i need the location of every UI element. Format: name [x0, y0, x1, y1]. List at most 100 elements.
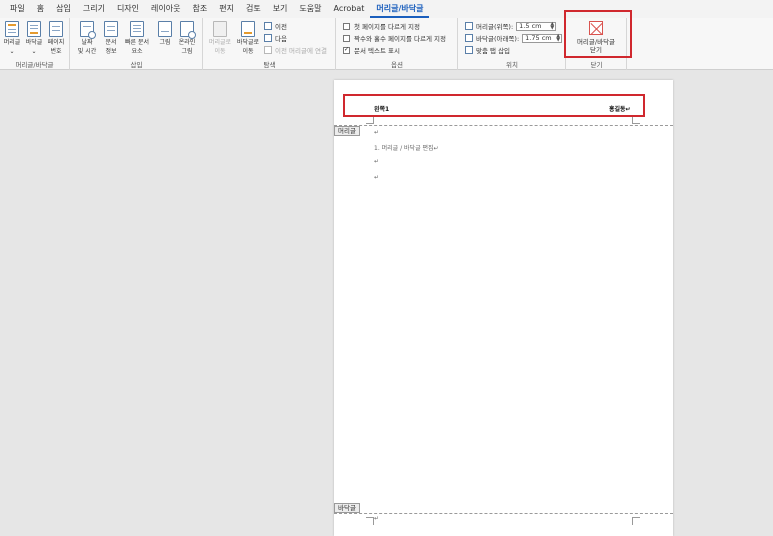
tab-acrobat[interactable]: Acrobat: [328, 0, 371, 18]
header-left-text[interactable]: 왼쪽1: [374, 104, 389, 113]
pictures-label: 그림: [159, 39, 171, 46]
go-to-footer-button[interactable]: 바닥글로 이동: [236, 21, 260, 55]
online-picture-icon: [180, 21, 196, 39]
dropdown-arrow-icon: ⌄: [31, 48, 37, 55]
group-label-position: 위치: [506, 61, 518, 69]
doc-info-label-1: 문서: [105, 39, 117, 46]
previous-label: 이전: [275, 23, 287, 31]
footer-from-bottom-row: 바닥글(아래쪽): 1.75 cm ▲ ▼: [465, 33, 563, 43]
tab-references[interactable]: 참조: [186, 0, 213, 18]
footer-from-bottom-input[interactable]: 1.75 cm ▲ ▼: [522, 33, 563, 43]
pictures-button[interactable]: 그림: [153, 21, 177, 46]
picture-icon: [158, 21, 172, 37]
tab-insert[interactable]: 삽입: [50, 0, 77, 18]
footer-from-bottom-label: 바닥글(아래쪽):: [476, 35, 520, 43]
quick-parts-label-2: 요소: [131, 48, 143, 55]
document-page: 왼쪽1 홍길동↵ 머리글 ↵ 1. 머리글 / 바닥글 편집↵ ↵ ↵ 바닥글 …: [334, 80, 673, 536]
footer-button[interactable]: 바닥글 ⌄: [22, 21, 46, 55]
date-time-label-1: 날짜: [81, 39, 93, 46]
doc-info-label-2: 정보: [105, 48, 117, 55]
spinner-arrows-icon[interactable]: ▲ ▼: [550, 21, 554, 30]
group-position: 머리글(위쪽): 1.5 cm ▲ ▼ 바닥글(아래쪽): 1.75 cm ▲ ▼ 맞춤…: [459, 18, 566, 70]
different-first-page-checkbox[interactable]: [343, 22, 350, 30]
close-header-footer-button[interactable]: 머리글/바닥글 닫기: [566, 21, 626, 54]
tab-view[interactable]: 보기: [267, 0, 294, 18]
tab-home[interactable]: 홈: [31, 0, 50, 18]
spinner-arrows-icon[interactable]: ▲ ▼: [556, 33, 560, 42]
date-time-label-2: 및 시간: [77, 48, 97, 55]
header-from-top-input[interactable]: 1.5 cm ▲ ▼: [516, 21, 557, 31]
quick-parts-label-1: 빠른 문서: [125, 39, 149, 46]
quick-parts-button[interactable]: 빠른 문서 요소: [125, 21, 149, 55]
header-position-icon: [465, 22, 473, 30]
header-button-label: 머리글: [3, 39, 21, 46]
tab-mailings[interactable]: 편지: [213, 0, 240, 18]
margin-corner-mark: [366, 517, 374, 525]
date-time-button[interactable]: 날짜 및 시간: [75, 21, 99, 55]
go-to-header-icon: [213, 21, 227, 37]
different-odd-even-option[interactable]: 짝수와 홀수 페이지를 다르게 지정: [343, 33, 446, 43]
calendar-icon: [80, 21, 96, 39]
tab-review[interactable]: 검토: [240, 0, 267, 18]
header-boundary-line: [334, 125, 673, 126]
go-to-header-label-1: 머리글로: [208, 39, 232, 46]
page-number-label-2: 번호: [50, 48, 62, 55]
link-previous-label: 이전 머리글에 연결: [275, 47, 327, 55]
dropdown-arrow-icon: ⌄: [9, 48, 15, 55]
page-number-button[interactable]: 페이지 번호: [44, 21, 68, 55]
tab-draw[interactable]: 그리기: [77, 0, 111, 18]
tab-design[interactable]: 디자인: [111, 0, 145, 18]
group-label-options: 옵션: [391, 61, 403, 69]
different-first-page-label: 첫 페이지를 다르게 지정: [354, 23, 420, 31]
header-button[interactable]: 머리글 ⌄: [0, 21, 24, 55]
close-icon: [589, 21, 603, 35]
go-to-footer-label-2: 이동: [242, 48, 254, 55]
online-pictures-button[interactable]: 온라인 그림: [175, 21, 199, 55]
header-icon: [5, 21, 19, 37]
different-first-page-option[interactable]: 첫 페이지를 다르게 지정: [343, 21, 420, 31]
header-from-top-label: 머리글(위쪽):: [476, 23, 514, 31]
link-to-previous-button: 이전 머리글에 연결: [264, 45, 327, 55]
insert-alignment-tab-button[interactable]: 맞춤 탭 삽입: [465, 45, 510, 55]
alignment-tab-icon: [465, 46, 473, 54]
show-document-text-option[interactable]: ✓ 문서 텍스트 표시: [343, 45, 400, 55]
footer-boundary-line: [334, 513, 673, 514]
previous-icon: [264, 22, 272, 30]
group-navigation: 머리글로 이동 바닥글로 이동 이전 다음 이전 머리글에 연결 탐색: [204, 18, 336, 70]
go-to-header-label-2: 이동: [214, 48, 226, 55]
tab-file[interactable]: 파일: [4, 0, 31, 18]
different-odd-even-label: 짝수와 홀수 페이지를 다르게 지정: [354, 35, 446, 43]
next-button[interactable]: 다음: [264, 33, 287, 43]
margin-corner-mark: [632, 116, 640, 124]
group-insert: 날짜 및 시간 문서 정보 빠른 문서 요소 그림 온라인 그림 삽입: [71, 18, 203, 70]
go-to-footer-icon: [241, 21, 255, 37]
different-odd-even-checkbox[interactable]: [343, 34, 350, 42]
footer-paragraph-mark[interactable]: ↵: [374, 515, 379, 522]
close-button-label-1: 머리글/바닥글: [576, 38, 616, 46]
header-from-top-value: 1.5 cm: [519, 21, 542, 30]
tab-header-footer[interactable]: 머리글/바닥글: [370, 0, 430, 18]
tab-help[interactable]: 도움말: [293, 0, 327, 18]
quick-parts-icon: [130, 21, 144, 37]
go-to-header-button: 머리글로 이동: [208, 21, 232, 55]
tab-layout[interactable]: 레이아웃: [145, 0, 186, 18]
paragraph-mark: ↵: [374, 174, 380, 181]
doc-info-button[interactable]: 문서 정보: [99, 21, 123, 55]
margin-corner-mark: [366, 116, 374, 124]
link-icon: [264, 46, 272, 54]
show-document-text-checkbox[interactable]: ✓: [343, 46, 350, 54]
header-right-text[interactable]: 홍길동↵: [609, 104, 631, 113]
footer-button-label: 바닥글: [25, 39, 43, 46]
previous-button[interactable]: 이전: [264, 21, 287, 31]
group-label-close: 닫기: [590, 61, 603, 69]
header-from-top-row: 머리글(위쪽): 1.5 cm ▲ ▼: [465, 21, 557, 31]
next-label: 다음: [275, 35, 287, 43]
group-label-insert: 삽입: [130, 61, 143, 69]
footer-from-bottom-value: 1.75 cm: [525, 33, 552, 42]
online-pictures-label-1: 온라인: [178, 39, 196, 46]
go-to-footer-label-1: 바닥글로: [236, 39, 260, 46]
next-icon: [264, 34, 272, 42]
paragraph-mark: ↵: [374, 158, 380, 165]
group-label-header-footer: 머리글/바닥글: [15, 61, 54, 69]
footer-position-icon: [465, 34, 473, 42]
